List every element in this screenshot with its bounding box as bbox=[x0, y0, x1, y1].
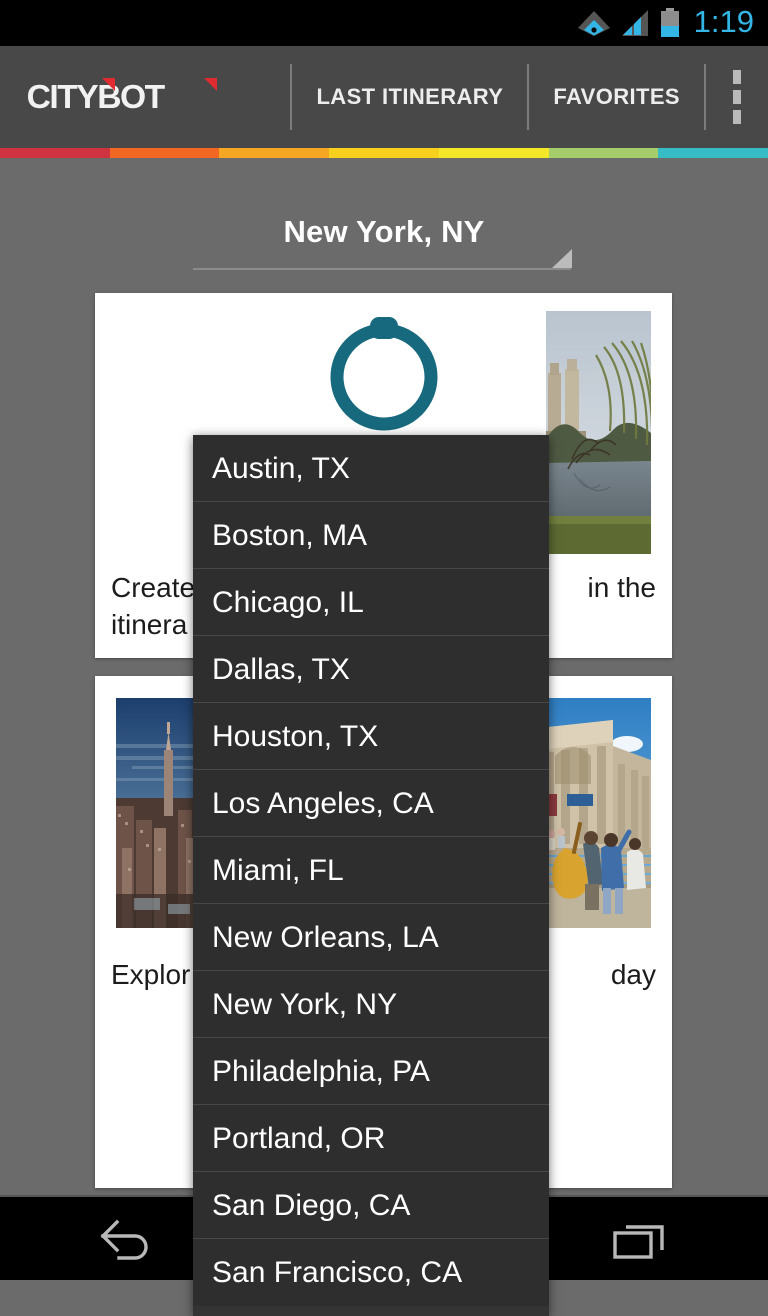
signal-icon bbox=[620, 9, 650, 37]
dropdown-option-austin[interactable]: Austin, TX bbox=[193, 435, 549, 502]
accent-segment bbox=[219, 148, 329, 158]
dropdown-option-philadelphia[interactable]: Philadelphia, PA bbox=[193, 1038, 549, 1105]
dropdown-option-new-york[interactable]: New York, NY bbox=[193, 971, 549, 1038]
dropdown-option-new-orleans[interactable]: New Orleans, LA bbox=[193, 904, 549, 971]
back-arrow-icon bbox=[97, 1216, 159, 1262]
content-area: New York, NY bbox=[0, 158, 768, 1195]
card-caption-left: Create bbox=[111, 572, 195, 603]
chevron-down-icon[interactable] bbox=[552, 249, 572, 268]
battery-icon bbox=[659, 8, 681, 38]
logo-accent-icon bbox=[204, 78, 217, 91]
overflow-menu-icon[interactable] bbox=[706, 64, 768, 130]
card-caption-left: Explor bbox=[111, 959, 190, 990]
overflow-dot bbox=[733, 90, 741, 104]
app-logo[interactable]: CITYBOT bbox=[28, 77, 218, 117]
app-logo-text: CITYBOT bbox=[27, 78, 164, 116]
status-bar: 1:19 bbox=[0, 0, 768, 46]
card-caption-right: day bbox=[611, 956, 656, 993]
nav-divider bbox=[290, 64, 292, 130]
dropdown-option-miami[interactable]: Miami, FL bbox=[193, 837, 549, 904]
dropdown-option-san-diego[interactable]: San Diego, CA bbox=[193, 1172, 549, 1239]
accent-segment bbox=[439, 148, 549, 158]
dropdown-option-portland[interactable]: Portland, OR bbox=[193, 1105, 549, 1172]
dropdown-option-chicago[interactable]: Chicago, IL bbox=[193, 569, 549, 636]
nav-item-favorites[interactable]: FAVORITES bbox=[529, 64, 704, 130]
dropdown-option-los-angeles[interactable]: Los Angeles, CA bbox=[193, 770, 549, 837]
card-caption-left-line2: itinera bbox=[111, 609, 187, 640]
dropdown-option-dallas[interactable]: Dallas, TX bbox=[193, 636, 549, 703]
city-spinner-label[interactable]: New York, NY bbox=[0, 158, 768, 250]
dropdown-option-san-francisco[interactable]: San Francisco, CA bbox=[193, 1239, 549, 1306]
nav-divider bbox=[527, 64, 529, 130]
nav-divider bbox=[704, 64, 706, 130]
back-button[interactable] bbox=[53, 1196, 203, 1281]
action-bar-nav: LAST ITINERARY FAVORITES bbox=[290, 64, 768, 130]
accent-segment bbox=[549, 148, 659, 158]
dropdown-option-houston[interactable]: Houston, TX bbox=[193, 703, 549, 770]
nav-item-last-itinerary[interactable]: LAST ITINERARY bbox=[292, 64, 527, 130]
dropdown-option-boston[interactable]: Boston, MA bbox=[193, 502, 549, 569]
card-caption-right: in the bbox=[588, 569, 657, 606]
central-park-photo bbox=[546, 311, 651, 554]
recents-icon bbox=[612, 1217, 668, 1261]
city-dropdown-list[interactable]: Austin, TX Boston, MA Chicago, IL Dallas… bbox=[193, 435, 549, 1316]
accent-segment bbox=[329, 148, 439, 158]
recents-button[interactable] bbox=[565, 1196, 715, 1281]
accent-segment bbox=[658, 148, 768, 158]
met-museum-photo bbox=[539, 698, 651, 928]
accent-segment bbox=[0, 148, 110, 158]
accent-color-bar bbox=[0, 148, 768, 158]
overflow-dot bbox=[733, 110, 741, 124]
status-clock: 1:19 bbox=[690, 6, 754, 40]
overflow-dot bbox=[733, 70, 741, 84]
wifi-icon bbox=[577, 9, 611, 37]
accent-segment bbox=[110, 148, 220, 158]
city-spinner-underline bbox=[193, 268, 571, 270]
action-bar: CITYBOT LAST ITINERARY FAVORITES bbox=[0, 46, 768, 148]
